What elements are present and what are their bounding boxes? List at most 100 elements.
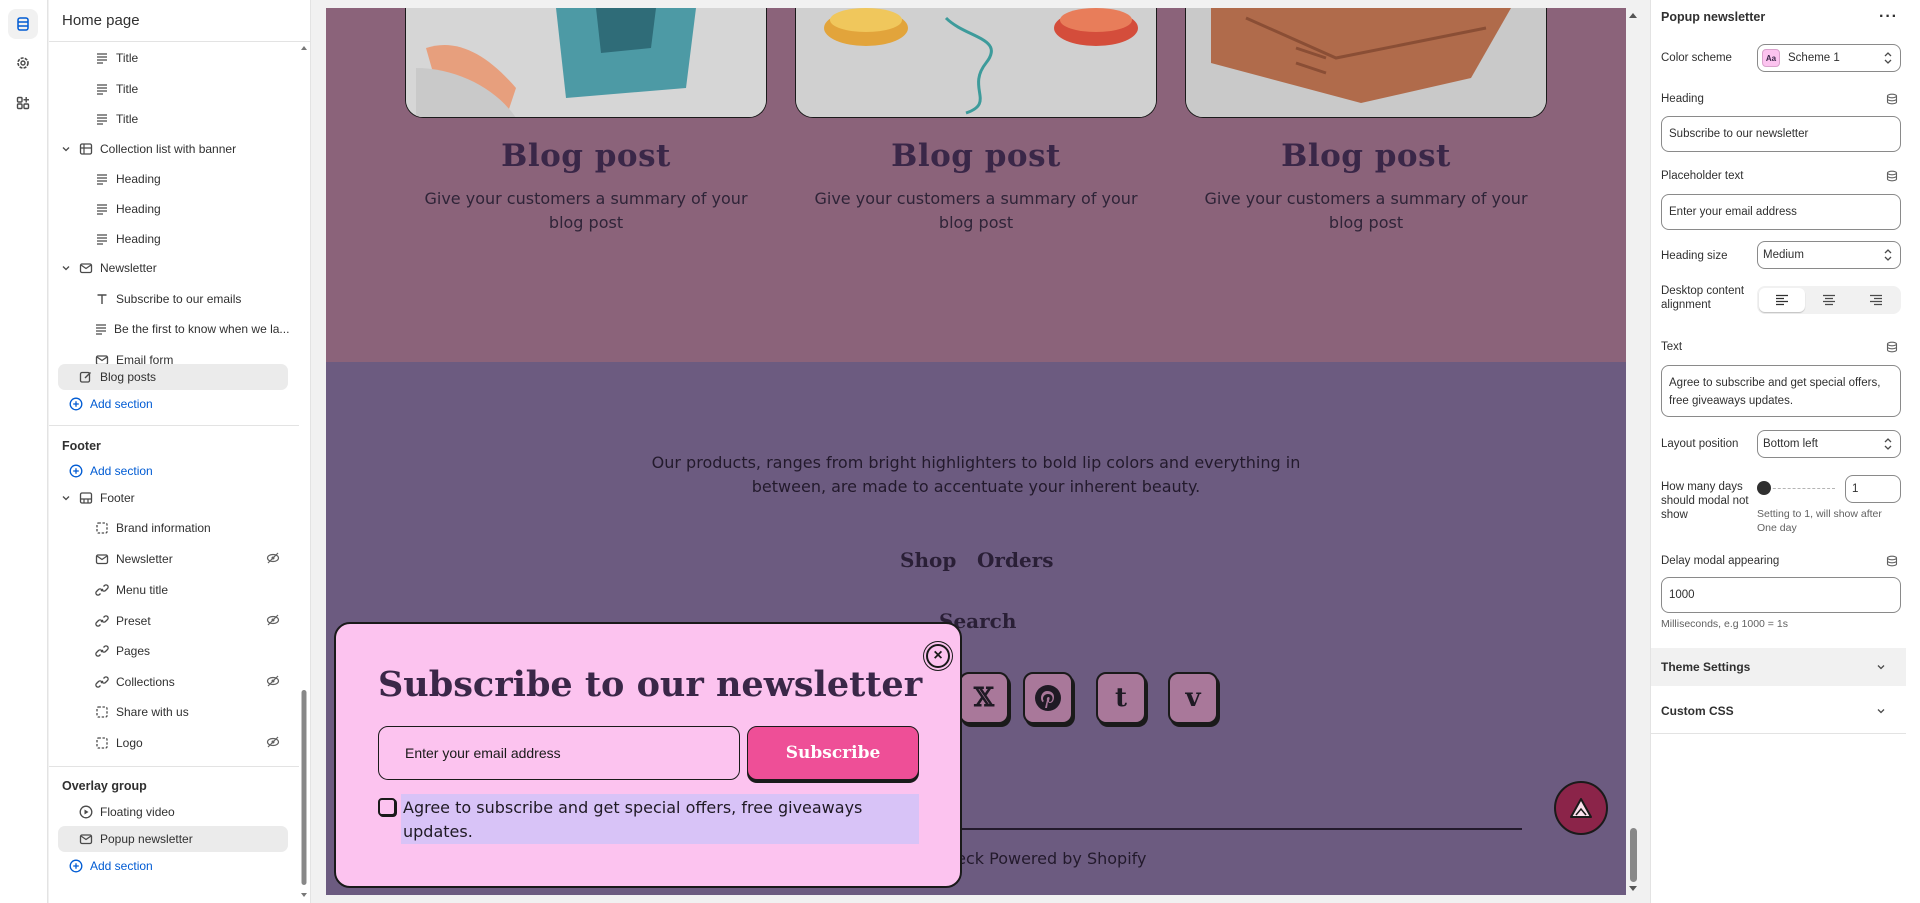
- tree-item[interactable]: Title: [58, 106, 288, 132]
- layout-position-select[interactable]: Bottom left: [1757, 430, 1901, 458]
- icon-rail: [0, 0, 48, 903]
- blog-card-image[interactable]: [795, 8, 1157, 118]
- tree-item[interactable]: Pages: [58, 638, 288, 664]
- gear-icon[interactable]: [8, 48, 38, 78]
- days-slider-track[interactable]: [1763, 488, 1835, 489]
- tree-section-floating-video[interactable]: Floating video: [58, 799, 288, 825]
- eye-slash-icon[interactable]: [266, 613, 280, 630]
- align-center-icon[interactable]: [1806, 288, 1852, 312]
- tree-section-footer[interactable]: Footer: [58, 485, 288, 511]
- page-title: Home page: [49, 0, 310, 42]
- scrollbar-thumb[interactable]: [1630, 828, 1637, 882]
- tree-item-label: Title: [116, 112, 139, 126]
- tree-item-label: Be the first to know when we la...: [114, 322, 290, 336]
- tree-item[interactable]: Brand information: [58, 515, 288, 541]
- blog-card-image[interactable]: [1185, 8, 1547, 118]
- chevron-down-icon[interactable]: [58, 493, 74, 503]
- tree-item[interactable]: Menu title: [58, 577, 288, 603]
- envelope-icon: [94, 551, 110, 567]
- footer-group-title: Footer: [62, 439, 101, 453]
- tree-item[interactable]: Share with us: [58, 699, 288, 725]
- blog-title[interactable]: Blog post: [405, 138, 767, 174]
- divider: [49, 766, 299, 767]
- eye-slash-icon[interactable]: [266, 735, 280, 752]
- pinterest-icon[interactable]: [1023, 672, 1073, 724]
- tree-item[interactable]: Preset: [58, 608, 288, 634]
- days-number-field[interactable]: 1: [1845, 475, 1901, 503]
- text-lines-icon: [94, 111, 110, 127]
- chevron-updown-icon: [1884, 437, 1892, 454]
- eye-slash-icon[interactable]: [266, 551, 280, 568]
- tree-item[interactable]: Subscribe to our emails: [58, 286, 288, 312]
- tree-item[interactable]: Title: [58, 45, 288, 71]
- chevron-down-icon[interactable]: [58, 144, 74, 154]
- agree-checkbox[interactable]: [378, 798, 396, 816]
- subscribe-button[interactable]: Subscribe: [747, 726, 919, 780]
- more-icon[interactable]: ···: [1879, 8, 1898, 26]
- delay-label: Delay modal appearing: [1661, 555, 1780, 567]
- custom-css-accordion[interactable]: Custom CSS: [1651, 692, 1906, 730]
- sidebar-scrollbar[interactable]: [300, 42, 308, 903]
- add-section-label: Add section: [90, 397, 153, 411]
- tree-item[interactable]: Newsletter: [58, 546, 288, 572]
- add-section-button[interactable]: Add section: [58, 391, 288, 417]
- footer-menu-link[interactable]: Shop: [900, 548, 956, 572]
- chevron-down-icon: [1876, 705, 1886, 719]
- divider: [1651, 733, 1906, 734]
- tree-item[interactable]: Logo: [58, 730, 288, 756]
- apps-icon[interactable]: [8, 88, 38, 118]
- heading-size-select[interactable]: Medium: [1757, 241, 1901, 269]
- x-icon[interactable]: 𝕏: [959, 672, 1009, 724]
- blog-title[interactable]: Blog post: [795, 138, 1157, 174]
- tumblr-icon[interactable]: t: [1096, 672, 1146, 724]
- chevron-down-icon[interactable]: [58, 263, 74, 273]
- tree-item[interactable]: Title: [58, 76, 288, 102]
- dynamic-source-icon[interactable]: [1885, 340, 1899, 354]
- collection-list-icon: [78, 490, 94, 506]
- scroll-to-top-button[interactable]: [1554, 781, 1608, 835]
- color-scheme-label: Color scheme: [1661, 52, 1732, 64]
- powered-by-text[interactable]: heck Powered by Shopify: [946, 849, 1146, 868]
- tree-item-label: Brand information: [116, 521, 211, 535]
- placeholder-field[interactable]: Enter your email address: [1661, 194, 1901, 230]
- preview-scrollbar[interactable]: [1626, 8, 1640, 895]
- footer-menu-link[interactable]: Orders: [977, 548, 1053, 572]
- days-slider-handle[interactable]: [1757, 481, 1771, 495]
- theme-settings-accordion[interactable]: Theme Settings: [1651, 648, 1906, 686]
- add-section-button[interactable]: Add section: [58, 853, 288, 879]
- text-field[interactable]: Agree to subscribe and get special offer…: [1661, 365, 1901, 417]
- tree-item[interactable]: Collections: [58, 669, 288, 695]
- vimeo-icon[interactable]: v: [1168, 672, 1218, 724]
- text-lines-icon: [94, 81, 110, 97]
- tree-item[interactable]: Heading: [58, 166, 288, 192]
- align-right-icon[interactable]: [1853, 288, 1899, 312]
- dynamic-source-icon[interactable]: [1885, 92, 1899, 106]
- tree-item[interactable]: Heading: [58, 226, 288, 252]
- blog-title[interactable]: Blog post: [1185, 138, 1547, 174]
- align-left-icon[interactable]: [1759, 288, 1805, 312]
- blog-card-image[interactable]: [405, 8, 767, 118]
- dynamic-source-icon[interactable]: [1885, 554, 1899, 568]
- overlay-group-title: Overlay group: [62, 779, 147, 793]
- close-icon[interactable]: ×: [926, 644, 950, 668]
- sections-icon[interactable]: [8, 9, 38, 39]
- tree-item-label: Floating video: [100, 805, 175, 819]
- delay-field[interactable]: 1000: [1661, 577, 1901, 613]
- email-field[interactable]: Enter your email address: [378, 726, 740, 780]
- tree-item[interactable]: Heading: [58, 196, 288, 222]
- dynamic-source-icon[interactable]: [1885, 169, 1899, 183]
- tree-section-blog-posts[interactable]: Blog posts: [58, 364, 288, 390]
- eye-slash-icon[interactable]: [266, 674, 280, 691]
- tree-section-popup-newsletter[interactable]: Popup newsletter: [58, 826, 288, 852]
- placeholder-label: Placeholder text: [1661, 170, 1744, 182]
- heading-field[interactable]: Subscribe to our newsletter: [1661, 116, 1901, 152]
- tree-item[interactable]: Be the first to know when we la...: [58, 316, 290, 342]
- color-scheme-select[interactable]: Aa Scheme 1: [1757, 44, 1901, 72]
- tree-item-label: Heading: [116, 172, 161, 186]
- custom-css-label: Custom CSS: [1661, 704, 1734, 718]
- tree-section-newsletter[interactable]: Newsletter: [58, 255, 288, 281]
- tree-section-collection-list[interactable]: Collection list with banner: [58, 136, 288, 162]
- plus-circle-icon: [68, 396, 84, 412]
- link-icon: [94, 582, 110, 598]
- add-section-button[interactable]: Add section: [58, 458, 288, 484]
